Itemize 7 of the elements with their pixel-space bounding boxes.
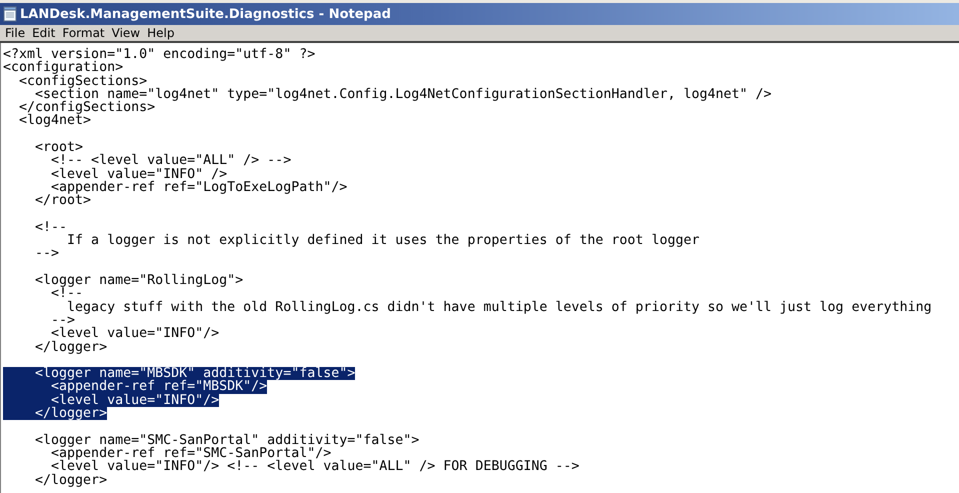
menu-item[interactable]: Help <box>145 25 180 41</box>
menu-item[interactable]: Format <box>60 25 110 41</box>
menu-item[interactable]: View <box>110 25 146 41</box>
window-title: LANDesk.ManagementSuite.Diagnostics - Notepad <box>20 6 391 22</box>
menu-item[interactable]: Edit <box>30 25 60 41</box>
menu-item[interactable]: File <box>3 25 30 41</box>
notepad-icon <box>3 6 17 22</box>
